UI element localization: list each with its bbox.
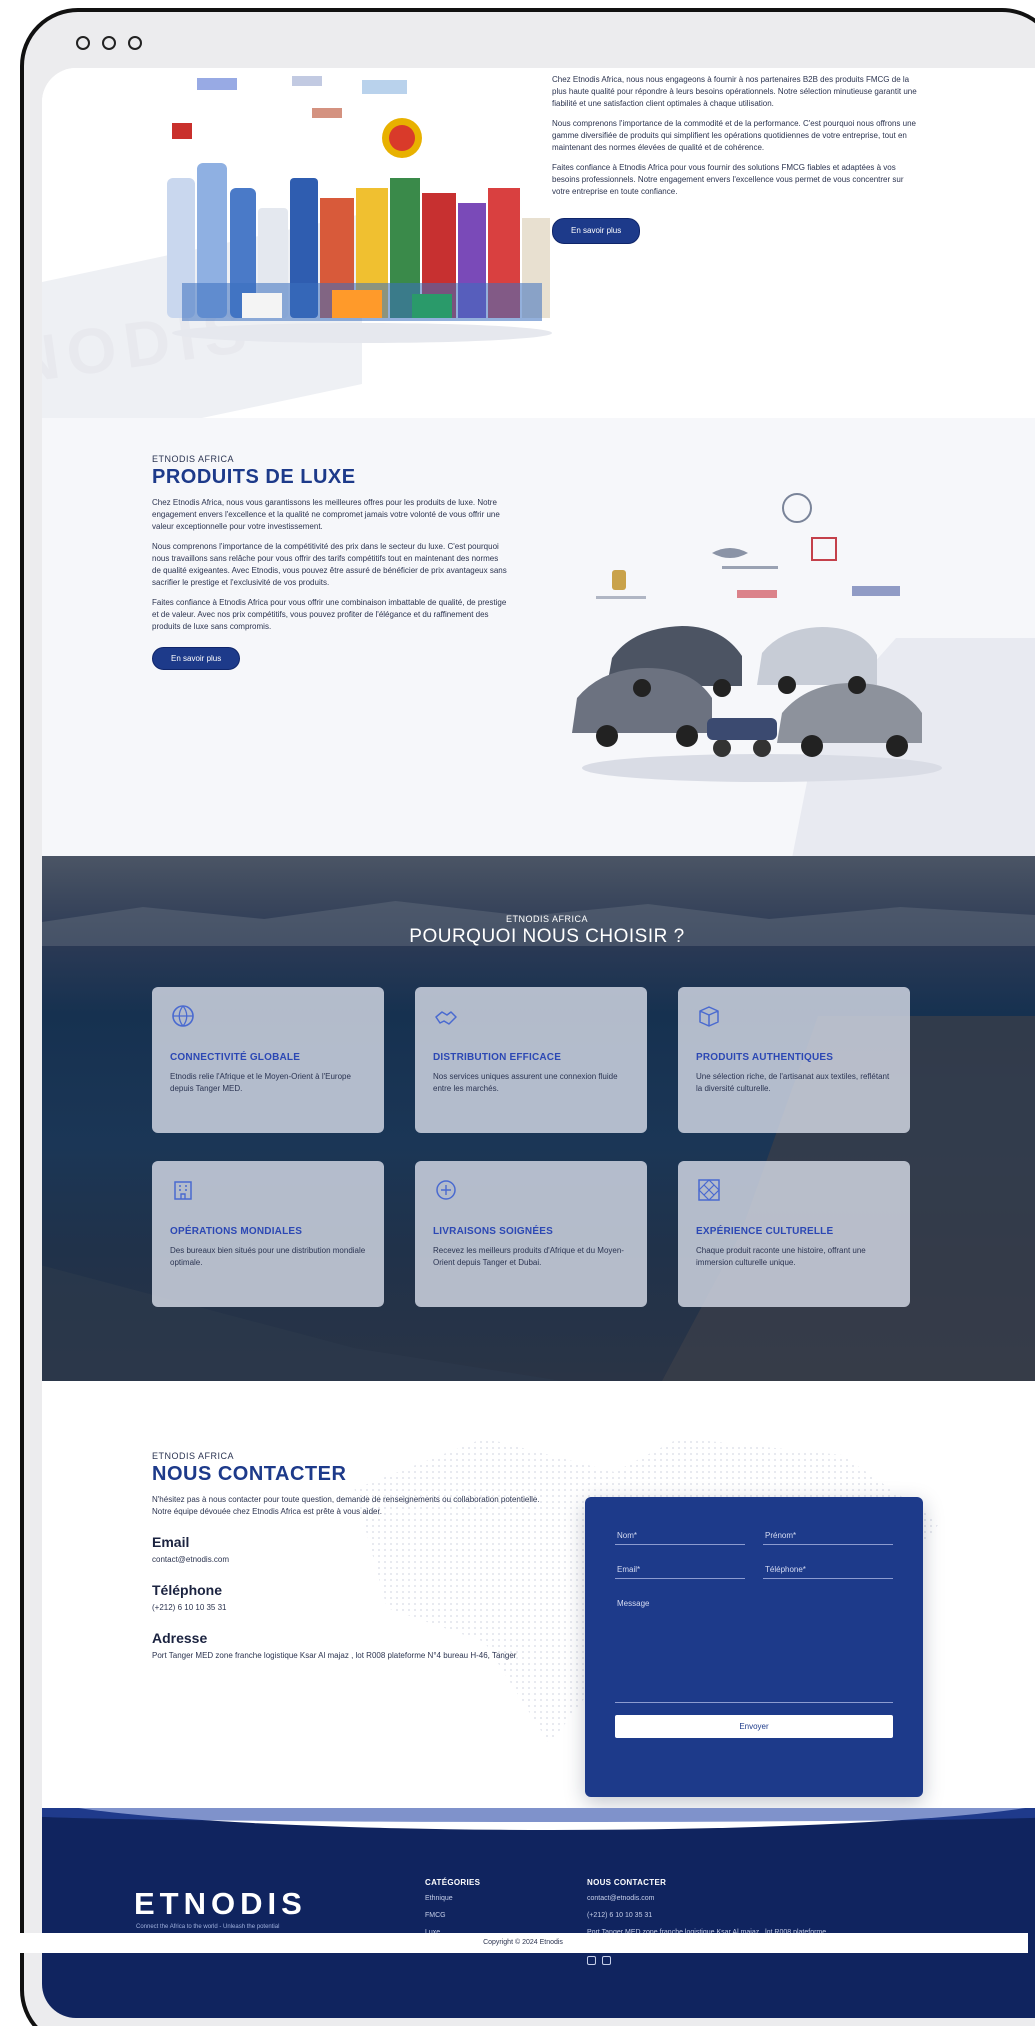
window-dot[interactable] (102, 36, 116, 50)
fmcg-learn-more-button[interactable]: En savoir plus (552, 218, 641, 244)
email-value[interactable]: contact@etnodis.com (152, 1554, 552, 1566)
feature-description: Recevez les meilleurs produits d'Afrique… (433, 1246, 624, 1267)
feature-card: EXPÉRIENCE CULTURELLE Chaque produit rac… (678, 1161, 910, 1307)
footer: ETNODIS Connect the Africa to the world … (42, 1808, 1035, 2018)
address-label: Adresse (152, 1630, 208, 1646)
contact-info: ETNODIS AFRICA NOUS CONTACTER N'hésitez … (152, 1451, 552, 1662)
footer-categories-title: CATÉGORIES (425, 1878, 481, 1887)
fmcg-description: Chez Etnodis Africa, nous nous engageons… (552, 74, 922, 244)
luxury-section: ETNODIS AFRICA PRODUITS DE LUXE Chez Etn… (42, 418, 1035, 856)
phone-value[interactable]: (+212) 6 10 10 35 31 (152, 1602, 552, 1614)
footer-contact-title: NOUS CONTACTER (587, 1878, 667, 1887)
window-dot[interactable] (76, 36, 90, 50)
luxury-cars-image (572, 493, 942, 782)
contact-intro: N'hésitez pas à nous contacter pour tout… (152, 1495, 540, 1516)
instagram-icon[interactable] (587, 1956, 596, 1965)
footer-logo[interactable]: ETNODIS (134, 1886, 307, 1922)
luxury-paragraph: Faites confiance à Etnodis Africa pour v… (152, 598, 507, 631)
fmcg-section: NODIS Chez Etnodis Africa, nous nous eng… (42, 68, 1035, 418)
feature-description: Des bureaux bien situés pour une distrib… (170, 1246, 366, 1267)
feature-card: DISTRIBUTION EFFICACE Nos services uniqu… (415, 987, 647, 1133)
section-eyebrow: ETNODIS AFRICA (505, 914, 588, 924)
window-dot[interactable] (128, 36, 142, 50)
luxury-paragraph: Nous comprenons l'importance de la compé… (152, 542, 507, 587)
why-choose-us-section: ETNODIS AFRICA POURQUOI NOUS CHOISIR ? C… (42, 856, 1035, 1381)
feature-description: Nos services uniques assurent une connex… (433, 1072, 618, 1093)
fmcg-paragraph: Nous comprenons l'importance de la commo… (552, 119, 916, 152)
footer-wave (42, 1808, 1035, 1822)
fmcg-paragraph: Faites confiance à Etnodis Africa pour v… (552, 163, 904, 196)
footer-category-link[interactable]: Ethnique (425, 1894, 480, 1904)
feature-title: CONNECTIVITÉ GLOBALE (170, 1052, 301, 1063)
fmcg-paragraph: Chez Etnodis Africa, nous nous engageons… (552, 75, 917, 108)
address-value: Port Tanger MED zone franche logistique … (152, 1651, 517, 1660)
contact-section: ETNODIS AFRICA NOUS CONTACTER N'hésitez … (42, 1381, 1035, 1808)
page-viewport: NODIS Chez Etnodis Africa, nous nous eng… (42, 68, 1035, 2018)
copyright: Copyright © 2024 Etnodis (18, 1933, 1028, 1953)
feature-description: Chaque produit raconte une histoire, off… (696, 1246, 866, 1267)
device-frame: NODIS Chez Etnodis Africa, nous nous eng… (20, 8, 1035, 2026)
globe-icon (172, 1005, 194, 1027)
linkedin-icon[interactable] (602, 1956, 611, 1965)
feature-card: PRODUITS AUTHENTIQUES Une sélection rich… (678, 987, 910, 1133)
handshake-icon (435, 1011, 457, 1025)
phone-field[interactable]: Téléphone* (763, 1561, 893, 1579)
feature-title: PRODUITS AUTHENTIQUES (696, 1052, 834, 1063)
section-eyebrow: ETNODIS AFRICA (152, 1451, 235, 1461)
feature-card: OPÉRATIONS MONDIALES Des bureaux bien si… (152, 1161, 384, 1307)
feature-title: EXPÉRIENCE CULTURELLE (696, 1226, 834, 1237)
delivery-icon (436, 1180, 456, 1200)
footer-email[interactable]: contact@etnodis.com (587, 1894, 837, 1904)
phone-label: Téléphone (152, 1582, 223, 1598)
social-links (587, 1956, 837, 1965)
section-eyebrow: ETNODIS AFRICA (152, 454, 235, 464)
box-icon (699, 1006, 719, 1027)
footer-tagline: Connect the Africa to the world - Unleas… (136, 1924, 280, 1930)
feature-title: LIVRAISONS SOIGNÉES (433, 1226, 553, 1237)
building-icon (174, 1181, 192, 1200)
first-name-field[interactable]: Prénom* (763, 1527, 893, 1545)
last-name-field[interactable]: Nom* (615, 1527, 745, 1545)
why-choose-us-heading: ETNODIS AFRICA POURQUOI NOUS CHOISIR ? (42, 914, 1035, 948)
feature-description: Etnodis relie l'Afrique et le Moyen-Orie… (170, 1072, 351, 1093)
section-title: NOUS CONTACTER (152, 1463, 347, 1485)
contact-form: Nom* Prénom* Email* Téléphone* Message E… (585, 1497, 923, 1797)
window-controls (76, 36, 142, 50)
email-label: Email (152, 1534, 190, 1550)
section-title: PRODUITS DE LUXE (152, 466, 356, 488)
send-button[interactable]: Envoyer (615, 1715, 893, 1738)
feature-description: Une sélection riche, de l'artisanat aux … (696, 1072, 890, 1093)
message-field[interactable]: Message (615, 1595, 893, 1703)
luxury-learn-more-button[interactable]: En savoir plus (152, 647, 241, 670)
feature-title: DISTRIBUTION EFFICACE (433, 1052, 562, 1063)
fmcg-products-image (167, 76, 552, 343)
footer-category-link[interactable]: FMCG (425, 1911, 480, 1921)
luxury-text-block: ETNODIS AFRICA PRODUITS DE LUXE Chez Etn… (152, 454, 507, 670)
pattern-icon (698, 1179, 720, 1201)
feature-card: LIVRAISONS SOIGNÉES Recevez les meilleur… (415, 1161, 647, 1307)
footer-phone[interactable]: (+212) 6 10 10 35 31 (587, 1911, 837, 1921)
email-field[interactable]: Email* (615, 1561, 745, 1579)
footer-categories: CATÉGORIES Ethnique FMCG Luxe (425, 1878, 480, 1938)
feature-card: CONNECTIVITÉ GLOBALE Etnodis relie l'Afr… (152, 987, 384, 1133)
luxury-paragraph: Chez Etnodis Africa, nous vous garantiss… (152, 498, 500, 531)
feature-title: OPÉRATIONS MONDIALES (170, 1226, 303, 1237)
section-title: POURQUOI NOUS CHOISIR ? (409, 926, 685, 947)
